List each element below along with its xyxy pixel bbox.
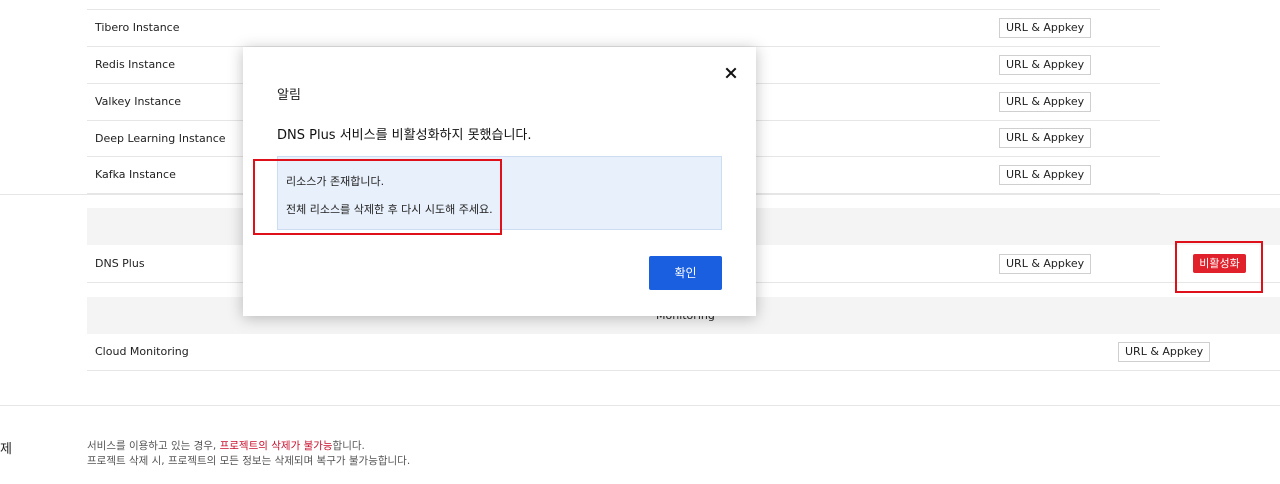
url-appkey-button[interactable]: URL & Appkey: [999, 18, 1092, 38]
row-label: Kafka Instance: [95, 168, 176, 181]
close-icon[interactable]: [722, 64, 740, 82]
table-row: Tibero Instance URL & Appkey: [87, 10, 1160, 47]
section-label: 제: [0, 442, 12, 457]
row-label: Redis Instance: [95, 58, 175, 71]
notice-text: 합니다.: [332, 440, 365, 452]
notice-highlight: 프로젝트의 삭제가 불가능: [219, 440, 333, 452]
url-appkey-button[interactable]: URL & Appkey: [999, 55, 1092, 75]
highlight-box: [1175, 241, 1263, 293]
divider: [0, 405, 1280, 406]
url-appkey-button[interactable]: URL & Appkey: [999, 254, 1092, 274]
notice-line: 서비스를 이용하고 있는 경우, 프로젝트의 삭제가 불가능합니다.: [87, 438, 365, 453]
row-label: DNS Plus: [95, 257, 145, 270]
url-appkey-button[interactable]: URL & Appkey: [999, 165, 1092, 185]
table-row: [87, 0, 1160, 10]
highlight-box: [253, 159, 502, 235]
row-label: Tibero Instance: [95, 21, 180, 34]
table-row-cloud-monitoring: Cloud Monitoring URL & Appkey: [87, 334, 1280, 371]
row-label: Deep Learning Instance: [95, 132, 226, 145]
url-appkey-button[interactable]: URL & Appkey: [999, 128, 1092, 148]
dialog-message: DNS Plus 서비스를 비활성화하지 못했습니다.: [277, 128, 532, 143]
url-appkey-button[interactable]: URL & Appkey: [999, 92, 1092, 112]
url-appkey-button[interactable]: URL & Appkey: [1118, 342, 1211, 362]
dialog-title: 알림: [277, 88, 301, 103]
confirm-button[interactable]: 확인: [649, 256, 722, 290]
row-label: Valkey Instance: [95, 95, 182, 108]
notice-text: 서비스를 이용하고 있는 경우,: [87, 440, 220, 452]
row-label: Cloud Monitoring: [95, 345, 189, 358]
notice-line: 프로젝트 삭제 시, 프로젝트의 모든 정보는 삭제되며 복구가 불가능합니다.: [87, 455, 411, 467]
